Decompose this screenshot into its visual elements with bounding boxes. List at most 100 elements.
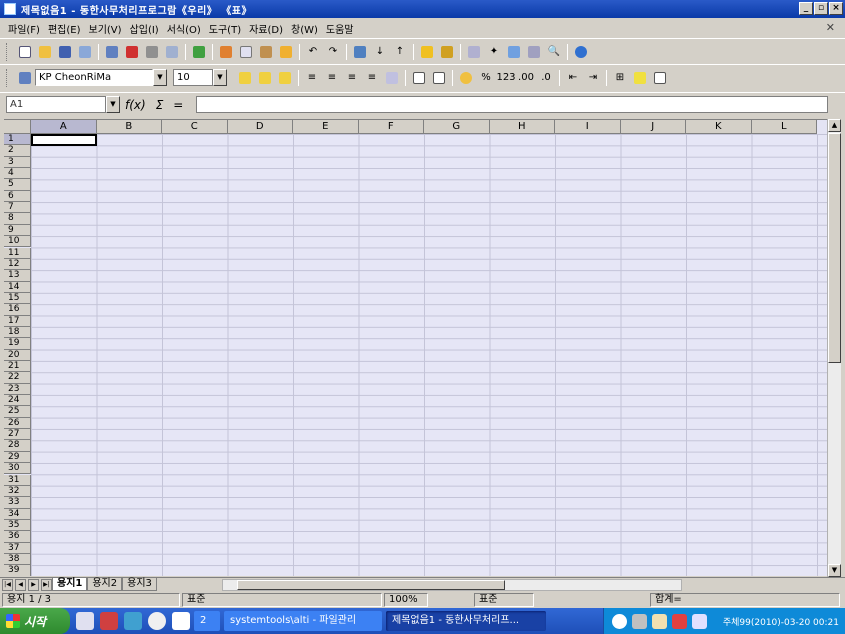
align-right-icon[interactable]: ≡ [344,70,360,86]
cell-area[interactable] [31,134,827,576]
quicklaunch-browser-icon[interactable] [124,612,142,630]
sheet-tab-2[interactable]: 용지2 [87,578,123,591]
sum-icon[interactable]: Σ [156,98,164,112]
find-icon[interactable] [466,44,482,60]
row-header[interactable]: 18 [4,326,31,339]
column-header[interactable]: K [686,120,752,134]
row-header[interactable]: 8 [4,213,31,225]
restore-button[interactable]: ▫ [814,2,828,15]
active-cell[interactable] [31,134,97,146]
toolbar-grip[interactable] [6,42,9,61]
font-name-dropdown[interactable]: ▼ [153,69,167,86]
name-box[interactable]: A1 [6,96,106,113]
open-icon[interactable] [37,44,53,60]
row-header[interactable]: 21 [4,361,31,373]
column-header[interactable]: L [751,120,817,134]
volume-icon[interactable] [612,613,627,629]
function-wizard-icon[interactable]: f(x) [125,98,146,112]
formula-equals-icon[interactable]: = [173,98,183,112]
column-header[interactable]: B [96,120,162,134]
spreadsheet-grid[interactable]: A B C D E F G H I J K L 1 2 3 4 5 6 7 8 9 10 11 12 13 14 15 16 17 18 1… [4,119,827,576]
column-header[interactable]: J [620,120,686,134]
row-header[interactable]: 28 [4,440,31,452]
cut-icon[interactable] [218,44,234,60]
row-header[interactable]: 14 [4,281,31,293]
font-name-box[interactable]: KP CheonRiMa [35,69,153,86]
scroll-down-button[interactable]: ▼ [828,564,841,577]
row-header[interactable]: 15 [4,292,31,305]
menu-data[interactable]: 자료(D) [245,21,287,36]
data-sources-icon[interactable] [526,44,542,60]
bold-icon[interactable] [237,70,253,86]
underline-icon[interactable] [277,70,293,86]
first-sheet-button[interactable]: |◀ [2,578,13,591]
row-header[interactable]: 20 [4,349,31,361]
row-header[interactable]: 30 [4,463,31,475]
insert-chart-icon[interactable] [419,44,435,60]
edit-file-icon[interactable] [77,44,93,60]
minimize-button[interactable]: _ [799,2,813,15]
row-header[interactable]: 2 [4,145,31,157]
borders-icon[interactable]: ⊞ [612,70,628,86]
quicklaunch-media-icon[interactable] [148,612,166,630]
row-header[interactable]: 22 [4,372,31,384]
menu-tools[interactable]: 도구(T) [205,21,245,36]
menu-edit[interactable]: 편집(E) [44,21,85,36]
name-box-dropdown[interactable]: ▼ [106,96,120,113]
row-header[interactable]: 24 [4,395,31,407]
menu-format[interactable]: 서식(O) [163,21,205,36]
print-preview-icon[interactable] [144,44,160,60]
currency-format-icon[interactable] [458,70,474,86]
row-header[interactable]: 6 [4,190,31,203]
vertical-scrollbar[interactable]: ▲ ▼ [827,119,841,577]
ime-icon[interactable] [692,613,707,629]
sheet-tab-1[interactable]: 용지1 [52,578,88,591]
menu-view[interactable]: 보기(V) [85,21,126,36]
row-header[interactable]: 4 [4,168,31,180]
toolbar-grip-2[interactable] [6,68,9,87]
tray-app-icon[interactable] [652,613,667,629]
sort-ascending-icon[interactable]: ↓ [372,44,388,60]
start-button[interactable]: 시작 [0,608,70,634]
horizontal-scrollbar[interactable] [222,579,682,591]
column-header[interactable]: G [424,120,490,134]
row-header[interactable]: 39 [4,565,31,576]
network-icon[interactable] [632,613,647,629]
background-color-icon[interactable] [632,70,648,86]
decrease-indent-icon[interactable]: ⇤ [565,70,581,86]
vertical-scroll-thumb[interactable] [828,133,841,363]
formula-input[interactable] [196,96,829,113]
menu-window[interactable]: 창(W) [287,21,322,36]
vertical-align-icon[interactable] [431,70,447,86]
font-size-box[interactable]: 10 [173,69,213,86]
column-header[interactable]: H [489,120,555,134]
row-header[interactable]: 11 [4,247,31,259]
menu-help[interactable]: 도움말 [322,21,358,36]
security-icon[interactable] [672,613,687,629]
navigator-icon[interactable]: ✦ [486,44,502,60]
italic-icon[interactable] [257,70,273,86]
row-header[interactable]: 31 [4,474,31,486]
close-button[interactable]: × [829,2,843,15]
status-zoom[interactable]: 100% [384,593,428,607]
row-header[interactable]: 29 [4,451,31,464]
row-header[interactable]: 9 [4,224,31,237]
row-header[interactable]: 34 [4,508,31,520]
sort-descending-icon[interactable]: ↑ [392,44,408,60]
row-header[interactable]: 17 [4,315,31,327]
quicklaunch-desktop-icon[interactable] [76,612,94,630]
column-header[interactable]: I [555,120,621,134]
row-header[interactable]: 5 [4,179,31,191]
column-header[interactable]: E [293,120,359,134]
quicklaunch-book-icon[interactable] [172,612,190,630]
next-sheet-button[interactable]: ▶ [28,578,39,591]
save-icon[interactable] [57,44,73,60]
add-decimal-icon[interactable]: .00 [518,70,534,86]
show-draw-functions-icon[interactable] [439,44,455,60]
row-header[interactable]: 35 [4,519,31,532]
hyperlink-icon[interactable] [352,44,368,60]
increase-indent-icon[interactable]: ⇥ [585,70,601,86]
help-icon[interactable] [573,44,589,60]
column-header[interactable]: A [31,120,97,134]
font-color-icon[interactable] [652,70,668,86]
